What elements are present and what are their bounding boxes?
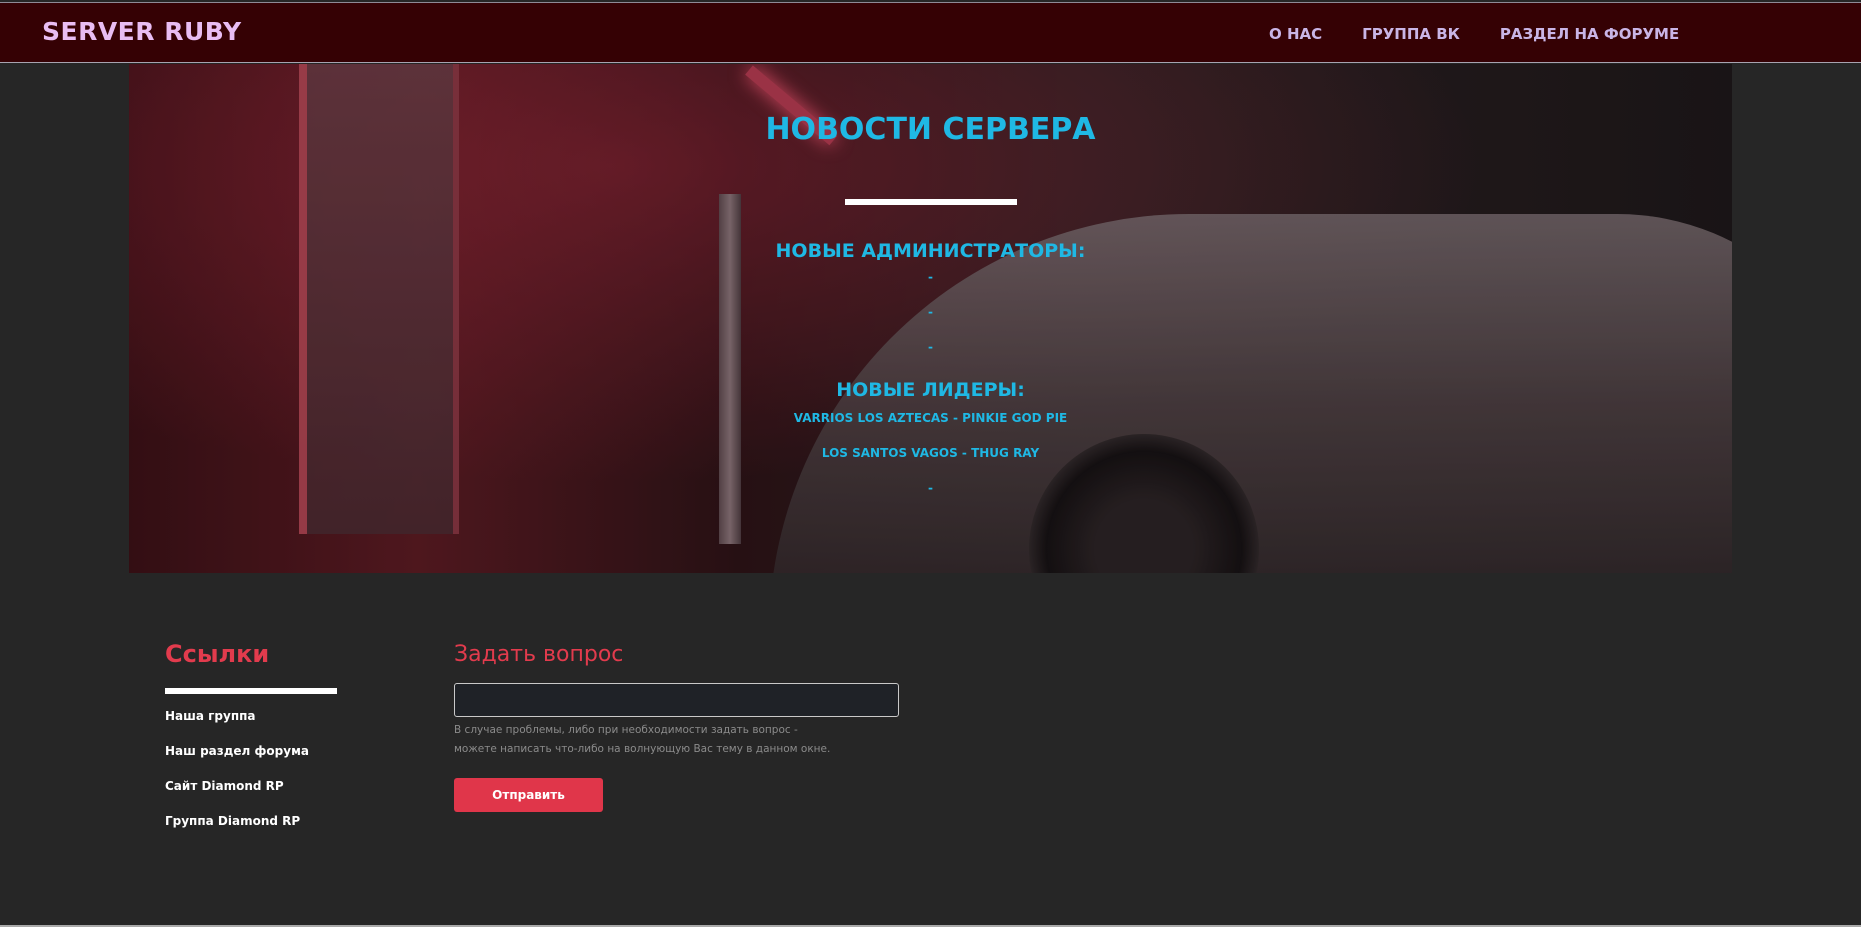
news-divider [845, 199, 1017, 205]
leader-entry: - [928, 481, 933, 495]
main-nav: О НАС ГРУППА ВК РАЗДЕЛ НА ФОРУМЕ [1269, 25, 1679, 43]
question-hint-line: можете написать что-либо на волнующую Ва… [454, 743, 831, 755]
news-hero: НОВОСТИ СЕРВЕРА НОВЫЕ АДМИНИСТРАТОРЫ: - … [129, 64, 1732, 573]
leader-entry: VARRIOS LOS AZTECAS - PINKIE GOD PIE [793, 411, 1068, 425]
admins-heading: НОВЫЕ АДМИНИСТРАТОРЫ: [775, 240, 1086, 262]
nav-forum-section[interactable]: РАЗДЕЛ НА ФОРУМЕ [1500, 25, 1679, 43]
leader-entry: LOS SANTOS VAGOS - THUG RAY [821, 446, 1040, 460]
question-hint: В случае проблемы, либо при необходимост… [454, 721, 874, 759]
admin-entry: - [928, 305, 933, 319]
link-diamond-rp-group[interactable]: Группа Diamond RP [165, 814, 300, 828]
question-input[interactable] [454, 683, 899, 717]
ask-question-title: Задать вопрос [454, 642, 624, 667]
news-title: НОВОСТИ СЕРВЕРА [765, 112, 1096, 147]
nav-vk-group[interactable]: ГРУППА ВК [1362, 25, 1460, 43]
question-hint-line: В случае проблемы, либо при необходимост… [454, 724, 798, 736]
brand-logo[interactable]: SERVER RUBY [42, 17, 242, 46]
top-navbar: SERVER RUBY О НАС ГРУППА ВК РАЗДЕЛ НА ФО… [0, 2, 1861, 63]
link-diamond-rp-site[interactable]: Сайт Diamond RP [165, 779, 284, 793]
links-title: Ссылки [165, 640, 270, 668]
send-button[interactable]: Отправить [454, 778, 603, 812]
link-our-forum-section[interactable]: Наш раздел форума [165, 744, 309, 758]
leaders-heading: НОВЫЕ ЛИДЕРЫ: [836, 379, 1025, 401]
links-divider [165, 688, 337, 694]
admin-entry: - [928, 340, 933, 354]
nav-about[interactable]: О НАС [1269, 25, 1322, 43]
link-our-group[interactable]: Наша группа [165, 709, 256, 723]
admin-entry: - [928, 270, 933, 284]
